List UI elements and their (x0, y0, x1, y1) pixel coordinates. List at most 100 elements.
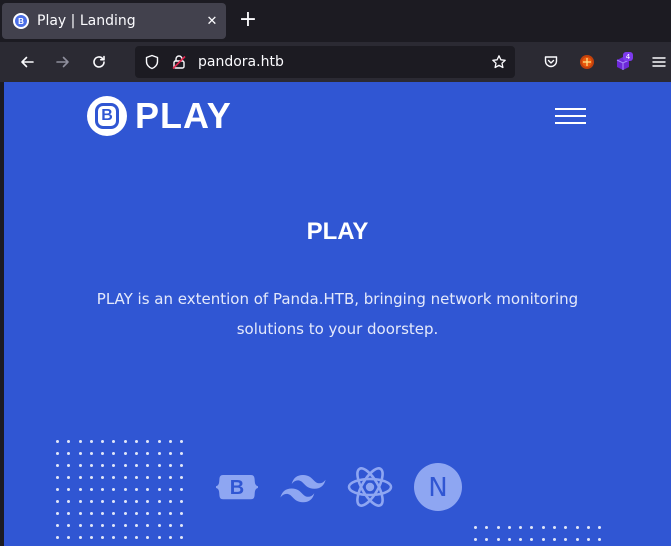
dot (78, 464, 82, 467)
navigation-toolbar: pandora.htb 4 (0, 42, 671, 82)
dot (146, 476, 150, 479)
dot (78, 488, 82, 491)
insecure-lock-icon[interactable] (171, 54, 187, 70)
extension-button-badge[interactable]: 4 (609, 48, 637, 76)
back-button[interactable] (13, 48, 41, 76)
dot (101, 440, 105, 443)
dot (78, 524, 82, 527)
tab-strip: B Play | Landing ✕ + (0, 0, 671, 42)
dot (135, 452, 139, 455)
dot (564, 538, 568, 541)
dot (112, 464, 116, 467)
dot (146, 500, 150, 503)
svg-text:B: B (230, 477, 244, 499)
dot (135, 464, 139, 467)
hero-title: PLAY (306, 218, 369, 245)
dot-pattern-right (474, 526, 610, 541)
dot (112, 536, 116, 539)
dot (56, 476, 59, 479)
dot (78, 512, 82, 515)
dot (146, 536, 150, 539)
dot (157, 524, 161, 527)
dot (157, 464, 161, 467)
new-tab-button[interactable]: + (236, 8, 260, 32)
forward-button[interactable] (49, 48, 77, 76)
dot (146, 464, 150, 467)
dot (67, 488, 71, 491)
dot (56, 440, 59, 443)
dot (89, 500, 93, 503)
dot (507, 526, 511, 529)
tab-active[interactable]: B Play | Landing ✕ (2, 3, 226, 39)
dot (101, 464, 105, 467)
dot (541, 526, 545, 529)
dot (67, 452, 71, 455)
bootstrap-icon: B (212, 462, 262, 512)
dot (553, 538, 557, 541)
dot (67, 476, 71, 479)
dot (123, 512, 127, 515)
dot (123, 536, 127, 539)
dot (123, 476, 127, 479)
shield-icon[interactable] (144, 54, 160, 70)
dot (67, 536, 71, 539)
extension-button[interactable] (573, 48, 601, 76)
dot (89, 488, 93, 491)
reload-button[interactable] (85, 48, 113, 76)
dot (157, 452, 161, 455)
dot (112, 512, 116, 515)
dot (56, 536, 59, 539)
dot (89, 524, 93, 527)
reload-icon (93, 55, 105, 68)
svg-text:N: N (428, 473, 447, 503)
dot (168, 452, 172, 455)
dot (598, 526, 602, 529)
dot (146, 512, 150, 515)
hamburger-menu-icon[interactable] (555, 108, 586, 124)
dot (519, 538, 523, 541)
dot (112, 452, 116, 455)
dot (485, 538, 489, 541)
dot (180, 476, 184, 479)
nextjs-icon: N (413, 462, 463, 512)
dot (89, 512, 93, 515)
dot (135, 500, 139, 503)
dot (123, 524, 127, 527)
app-menu-button[interactable] (645, 48, 671, 76)
dot (101, 536, 105, 539)
dot (180, 512, 184, 515)
back-arrow-icon (21, 56, 34, 68)
dot (598, 538, 602, 541)
dot (157, 440, 161, 443)
dot (89, 476, 93, 479)
close-icon[interactable]: ✕ (202, 11, 222, 31)
dot (575, 538, 579, 541)
dot (112, 476, 116, 479)
dot (101, 488, 105, 491)
dot (168, 488, 172, 491)
hero-description: PLAY is an extention of Panda.HTB, bring… (96, 290, 579, 338)
dot (564, 526, 568, 529)
dot (157, 512, 161, 515)
url-bar[interactable]: pandora.htb (135, 46, 515, 78)
dot (180, 464, 184, 467)
dot (56, 464, 59, 467)
dot (474, 538, 477, 541)
dot (530, 526, 534, 529)
dot (168, 524, 172, 527)
dot (78, 476, 82, 479)
dot (112, 500, 116, 503)
dot (157, 500, 161, 503)
tab-title: Play | Landing (37, 13, 136, 29)
dot (56, 524, 59, 527)
dot (586, 538, 590, 541)
bookmark-star-icon[interactable] (491, 54, 507, 70)
dot (56, 512, 59, 515)
dot (67, 524, 71, 527)
pocket-button[interactable] (537, 48, 565, 76)
site-logo[interactable]: B PLAY (87, 95, 232, 136)
dot (168, 500, 172, 503)
dot (135, 488, 139, 491)
extension-cube-icon: 4 (616, 52, 633, 70)
dot (101, 512, 105, 515)
